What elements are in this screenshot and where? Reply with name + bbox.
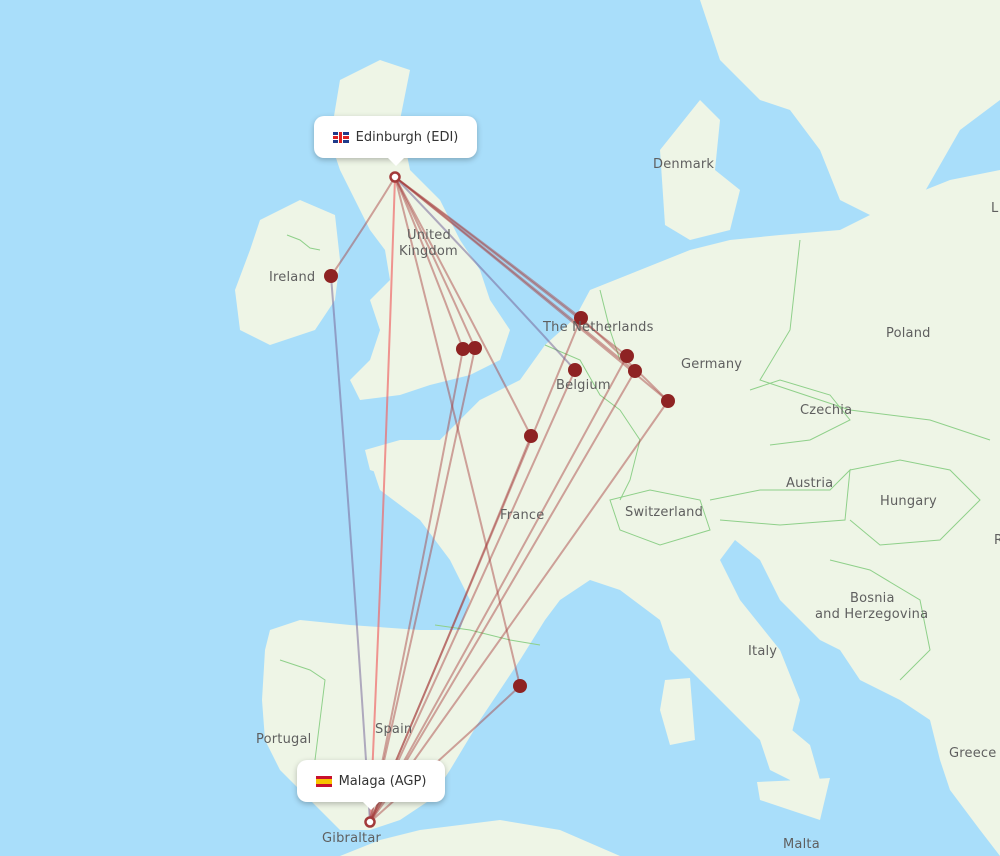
stopover-dot-d-sseldorf[interactable] <box>620 349 634 363</box>
label-romania-partial: R <box>994 533 1000 548</box>
label-malta: Malta <box>783 837 820 852</box>
land-greece <box>930 700 1000 856</box>
stopover-dot-birmingham[interactable] <box>456 342 470 356</box>
destination-marker[interactable] <box>364 816 376 828</box>
stopover-dot-paris[interactable] <box>524 429 538 443</box>
label-bosnia: Bosnia <box>850 591 895 606</box>
label-austria: Austria <box>786 476 834 491</box>
land-sicily <box>757 778 830 820</box>
origin-airport-name: Edinburgh (EDI) <box>355 129 459 145</box>
label-ireland: Ireland <box>269 270 316 285</box>
stopover-dot-cologne[interactable] <box>628 364 642 378</box>
label-greece: Greece <box>949 746 997 761</box>
stopover-dot-dublin[interactable] <box>324 269 338 283</box>
label-hungary: Hungary <box>880 494 937 509</box>
origin-marker[interactable] <box>389 171 401 183</box>
label-kingdom: Kingdom <box>399 244 458 259</box>
route-map[interactable]: Denmark United Kingdom Ireland The Nethe… <box>0 0 1000 856</box>
label-belgium: Belgium <box>556 378 611 393</box>
stopover-dot-frankfurt[interactable] <box>661 394 675 408</box>
spain-flag-icon <box>315 775 332 787</box>
destination-callout[interactable]: Malaga (AGP) <box>297 760 445 810</box>
stopover-dot-brussels[interactable] <box>568 363 582 377</box>
stopover-dot-london[interactable] <box>468 341 482 355</box>
label-herzegovina: and Herzegovina <box>815 607 929 622</box>
label-denmark: Denmark <box>653 157 715 172</box>
map-canvas[interactable] <box>0 0 1000 856</box>
label-germany: Germany <box>681 357 743 372</box>
label-france: France <box>500 508 545 523</box>
stopover-dot-barcelona[interactable] <box>513 679 527 693</box>
label-portugal: Portugal <box>256 732 312 747</box>
label-czechia: Czechia <box>800 403 853 418</box>
label-italy: Italy <box>748 644 778 659</box>
land-sardinia <box>660 678 695 745</box>
destination-airport-name: Malaga (AGP) <box>338 773 427 789</box>
label-lithuania-partial: L <box>991 201 999 216</box>
label-switzerland: Switzerland <box>625 505 704 520</box>
label-united: United <box>407 228 451 243</box>
origin-callout[interactable]: Edinburgh (EDI) <box>314 116 477 166</box>
label-netherlands: The Netherlands <box>543 320 654 335</box>
label-gibraltar: Gibraltar <box>322 831 382 846</box>
uk-flag-icon <box>332 131 349 143</box>
label-poland: Poland <box>886 326 931 341</box>
label-spain: Spain <box>375 722 413 737</box>
